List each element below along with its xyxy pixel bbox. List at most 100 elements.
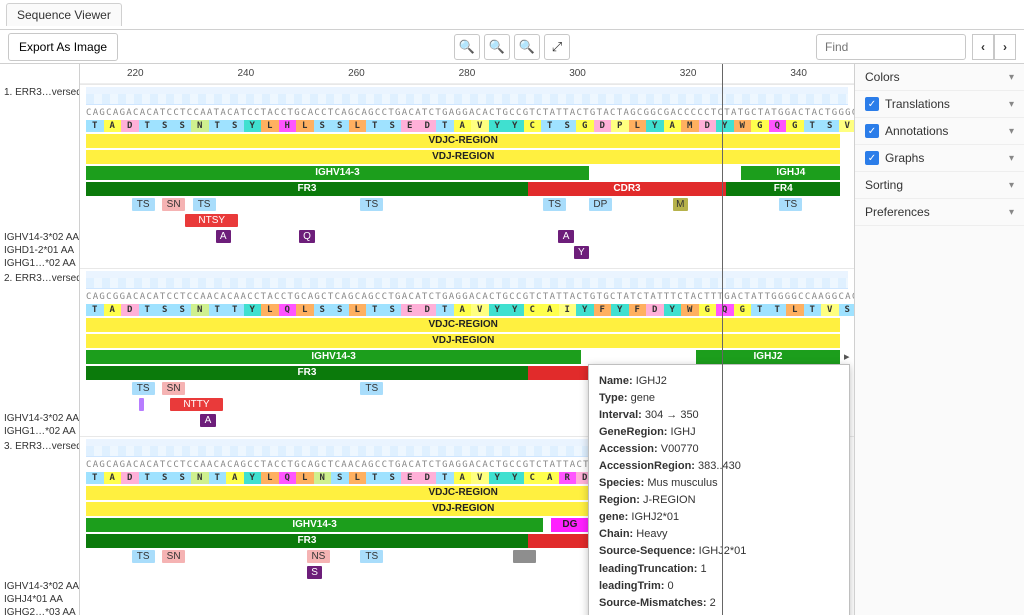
fr4-region[interactable]: FR4: [774, 183, 793, 194]
export-as-image-button[interactable]: Export As Image: [8, 33, 118, 61]
vdjc-region[interactable]: VDJC-REGION: [428, 487, 497, 498]
vdj-region[interactable]: VDJ-REGION: [432, 503, 494, 514]
tag[interactable]: SN: [162, 550, 185, 563]
aa-residue: T: [436, 304, 454, 316]
aa-residue: Y: [489, 304, 507, 316]
tag[interactable]: S: [307, 566, 322, 579]
scroll-right-icon[interactable]: ▸: [844, 350, 854, 362]
aa-residue: Y: [611, 304, 629, 316]
panel-sorting[interactable]: Sorting▾: [855, 172, 1024, 199]
checkbox-icon[interactable]: ✓: [865, 151, 879, 165]
panel-colors[interactable]: Colors▾: [855, 64, 1024, 91]
aa-residue: G: [734, 304, 752, 316]
aa-residue: V: [471, 472, 489, 484]
aa-residue: Y: [716, 120, 734, 132]
tag[interactable]: [513, 550, 536, 563]
aa-residue: L: [349, 472, 367, 484]
aa-residue: L: [296, 304, 314, 316]
coverage-graph: [86, 87, 848, 105]
tag[interactable]: NS: [307, 550, 330, 563]
vdj-region[interactable]: VDJ-REGION: [432, 151, 494, 162]
zoom-out-icon[interactable]: 🔍: [484, 34, 510, 60]
zoom-in-icon[interactable]: 🔍: [454, 34, 480, 60]
tag[interactable]: Q: [299, 230, 314, 243]
tab-sequence-viewer[interactable]: Sequence Viewer: [6, 3, 122, 26]
tag[interactable]: TS: [193, 198, 216, 211]
ighj2-region[interactable]: IGHJ2: [754, 351, 783, 362]
aa-residue: Y: [489, 472, 507, 484]
tag[interactable]: TS: [360, 198, 383, 211]
aa-residue: L: [261, 120, 279, 132]
checkbox-icon[interactable]: ✓: [865, 97, 879, 111]
tag[interactable]: NTTY: [170, 398, 223, 411]
panel-preferences[interactable]: Preferences▾: [855, 199, 1024, 226]
tag[interactable]: TS: [779, 198, 802, 211]
aa-residue: S: [331, 120, 349, 132]
position-cursor[interactable]: [722, 64, 723, 615]
aa-residue: L: [629, 120, 647, 132]
aa-residue: Y: [506, 304, 524, 316]
tag[interactable]: TS: [132, 382, 155, 395]
tag[interactable]: TS: [360, 550, 383, 563]
aa-residue: L: [349, 120, 367, 132]
find-prev-button[interactable]: ‹: [972, 34, 994, 60]
aa-residue: G: [786, 120, 804, 132]
aa-residue: D: [121, 120, 139, 132]
vdj-region[interactable]: VDJ-REGION: [432, 335, 494, 346]
panel-translations[interactable]: ✓Translations▾: [855, 91, 1024, 118]
aa-residue: L: [296, 120, 314, 132]
aa-residue: T: [86, 472, 104, 484]
aa-residue: G: [751, 120, 769, 132]
tag[interactable]: TS: [360, 382, 383, 395]
fr3-region[interactable]: FR3: [298, 367, 317, 378]
tag[interactable]: TS: [132, 550, 155, 563]
aa-residue: W: [681, 304, 699, 316]
aa-residue: T: [436, 472, 454, 484]
aa-residue: M: [681, 120, 699, 132]
tag[interactable]: TS: [132, 198, 155, 211]
find-next-button[interactable]: ›: [994, 34, 1016, 60]
tag[interactable]: SN: [162, 198, 185, 211]
tag[interactable]: A: [200, 414, 215, 427]
aa-residue: L: [349, 304, 367, 316]
aa-residue: S: [156, 472, 174, 484]
aa-residue: S: [384, 472, 402, 484]
panel-graphs[interactable]: ✓Graphs▾: [855, 145, 1024, 172]
cdr3-region[interactable]: CDR3: [613, 183, 640, 194]
tag[interactable]: TS: [543, 198, 566, 211]
find-input[interactable]: [816, 34, 966, 60]
tag[interactable]: Y: [574, 246, 589, 259]
vdjc-region[interactable]: VDJC-REGION: [428, 135, 497, 146]
tag[interactable]: NTSY: [185, 214, 238, 227]
aa-residue: S: [559, 120, 577, 132]
ighj4-region[interactable]: IGHJ4: [776, 167, 805, 178]
ighv-region[interactable]: IGHV14-3: [292, 519, 336, 530]
fr3-region[interactable]: FR3: [298, 183, 317, 194]
zoom-selection-icon[interactable]: 🔍: [514, 34, 540, 60]
panel-annotations[interactable]: ✓Annotations▾: [855, 118, 1024, 145]
aa-residue: V: [471, 120, 489, 132]
aa-residue: D: [419, 304, 437, 316]
aa-residue: G: [576, 120, 594, 132]
aa-residue: D: [646, 304, 664, 316]
tag[interactable]: SN: [162, 382, 185, 395]
aa-residue: T: [209, 304, 227, 316]
vdjc-region[interactable]: VDJC-REGION: [428, 319, 497, 330]
fr3-region[interactable]: FR3: [298, 535, 317, 546]
tag[interactable]: M: [673, 198, 688, 211]
expand-icon[interactable]: ⤢: [544, 34, 570, 60]
tag[interactable]: [139, 398, 144, 411]
ighv-region[interactable]: IGHV14-3: [315, 167, 359, 178]
checkbox-icon[interactable]: ✓: [865, 124, 879, 138]
tag[interactable]: A: [216, 230, 231, 243]
tracks-area[interactable]: 220240260280300320340 CAGCAGACACATCCTCCA…: [80, 64, 854, 615]
aa-residue: S: [314, 120, 332, 132]
ighv-region[interactable]: IGHV14-3: [311, 351, 355, 362]
aa-residue: D: [121, 472, 139, 484]
dg-region[interactable]: DG: [562, 519, 577, 530]
label: IGHJ4*01 AA: [0, 593, 79, 606]
tag[interactable]: A: [558, 230, 573, 243]
aa-residue: T: [804, 120, 822, 132]
aa-residue: Y: [506, 472, 524, 484]
tag[interactable]: DP: [589, 198, 612, 211]
